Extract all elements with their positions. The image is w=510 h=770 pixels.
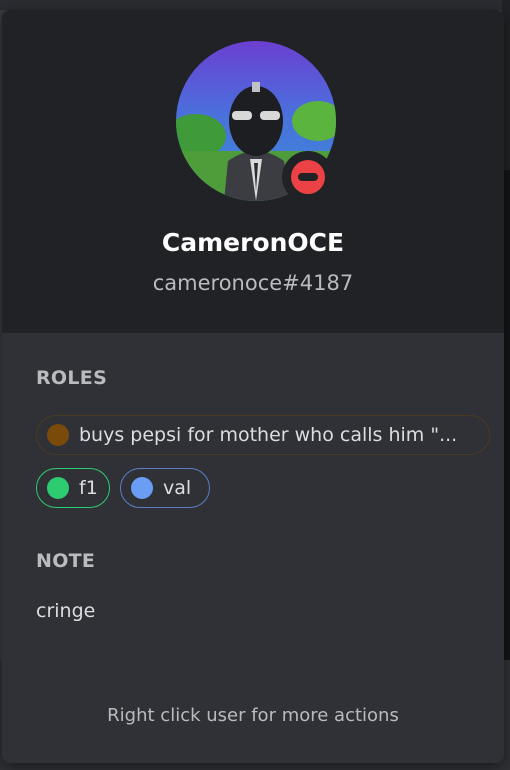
note-field[interactable]: cringe: [36, 600, 95, 622]
role-color-dot: [47, 424, 69, 446]
role-pill-val[interactable]: val: [120, 468, 210, 508]
role-label: f1: [79, 477, 98, 499]
role-pill-f1[interactable]: f1: [36, 468, 110, 508]
role-color-dot: [47, 477, 69, 499]
display-name: CameronOCE: [161, 228, 345, 257]
status-indicator: [282, 151, 334, 203]
note-section-title: NOTE: [36, 550, 96, 572]
profile-header: CameronOCE cameronoce#4187: [2, 10, 504, 333]
role-label: val: [163, 477, 192, 499]
avatar-container[interactable]: [176, 41, 336, 203]
role-label: buys pepsi for mother who calls him "...: [79, 424, 458, 446]
background-app-top: [0, 0, 510, 10]
user-profile-popout: CameronOCE cameronoce#4187 ROLES buys pe…: [2, 10, 504, 763]
roles-section-title: ROLES: [36, 367, 108, 389]
role-color-dot: [131, 477, 153, 499]
username: cameronoce#4187: [152, 271, 354, 295]
status-bar: [298, 173, 318, 181]
role-pill-pepsi[interactable]: buys pepsi for mother who calls him "...: [36, 415, 490, 455]
footer-hint: Right click user for more actions: [107, 705, 399, 726]
do-not-disturb-icon: [291, 160, 325, 194]
